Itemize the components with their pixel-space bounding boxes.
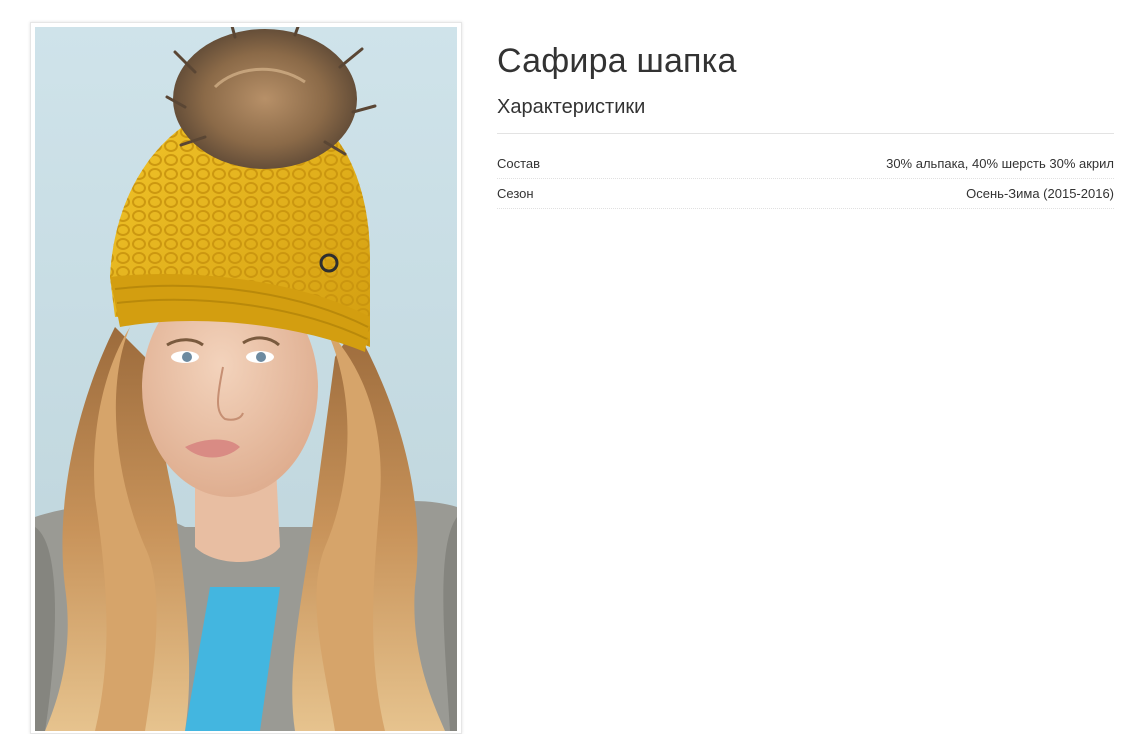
- characteristics-heading: Характеристики: [497, 96, 646, 118]
- product-image-frame: [30, 22, 462, 734]
- spec-value: Осень-Зима (2015-2016): [966, 186, 1114, 201]
- product-image[interactable]: [35, 27, 457, 731]
- characteristics-table: Состав 30% альпака, 40% шерсть 30% акрил…: [497, 149, 1114, 209]
- product-info: Сафира шапка Характеристики Состав 30% а…: [497, 40, 1114, 209]
- product-page: Сафира шапка Характеристики Состав 30% а…: [0, 0, 1134, 734]
- spec-row-composition: Состав 30% альпака, 40% шерсть 30% акрил: [497, 149, 1114, 179]
- spec-value: 30% альпака, 40% шерсть 30% акрил: [886, 156, 1114, 171]
- product-title: Сафира шапка: [497, 42, 737, 80]
- product-photo-illustration: [35, 27, 457, 731]
- section-divider: [497, 133, 1114, 134]
- spec-row-season: Сезон Осень-Зима (2015-2016): [497, 179, 1114, 209]
- spec-label: Состав: [497, 156, 541, 171]
- spec-label: Сезон: [497, 186, 534, 201]
